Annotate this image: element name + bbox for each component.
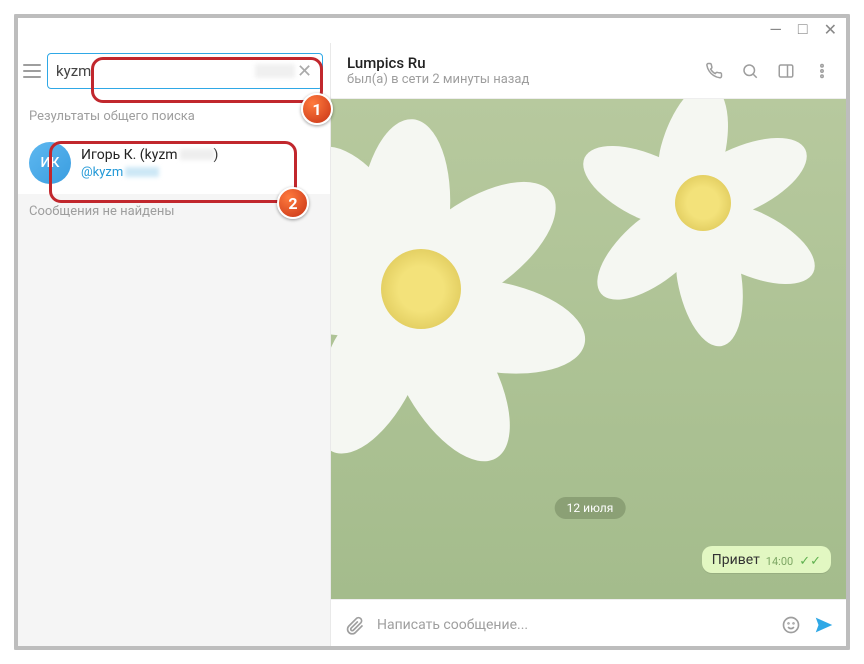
menu-button[interactable]: [23, 56, 41, 86]
emoji-icon[interactable]: [781, 615, 801, 635]
chat-status: был(а) в сети 2 минуты назад: [347, 72, 689, 87]
window-maximize-button[interactable]: □: [798, 19, 808, 39]
search-in-chat-icon[interactable]: [739, 60, 761, 82]
chat-body[interactable]: 12 июля Привет 14:00 ✓✓: [331, 99, 849, 599]
search-results-header: Результаты общего поиска: [15, 99, 330, 132]
chat-wallpaper: [331, 99, 849, 599]
chat-header: Lumpics Ru был(а) в сети 2 минуты назад: [331, 43, 849, 99]
blurred-text: [255, 64, 295, 78]
more-menu-icon[interactable]: [811, 60, 833, 82]
sidebar: ✕ Результаты общего поиска ИК Игорь К. (…: [15, 43, 331, 649]
message-time: 14:00: [766, 555, 793, 568]
send-button[interactable]: [813, 614, 835, 636]
result-username: @kyzm: [81, 165, 218, 180]
side-panel-icon[interactable]: [775, 60, 797, 82]
search-box[interactable]: ✕: [47, 53, 323, 89]
read-ticks-icon: ✓✓: [799, 555, 821, 568]
clear-search-button[interactable]: ✕: [295, 61, 314, 82]
outgoing-message[interactable]: Привет 14:00 ✓✓: [702, 546, 831, 573]
window-minimize-button[interactable]: —: [769, 20, 782, 39]
date-chip: 12 июля: [555, 497, 626, 519]
search-result-item[interactable]: ИК Игорь К. (kyzm) @kyzm: [15, 132, 330, 194]
messages-not-found-label: Сообщения не найдены: [15, 194, 330, 649]
composer: Написать сообщение...: [331, 599, 849, 649]
window-close-button[interactable]: ✕: [824, 20, 837, 39]
search-input[interactable]: [56, 62, 255, 80]
call-icon[interactable]: [703, 60, 725, 82]
window-titlebar: — □ ✕: [15, 15, 849, 43]
composer-input[interactable]: Написать сообщение...: [377, 617, 769, 633]
result-name: Игорь К. (kyzm): [81, 147, 218, 163]
chat-title[interactable]: Lumpics Ru: [347, 54, 689, 72]
message-text: Привет: [712, 552, 760, 568]
avatar: ИК: [29, 142, 71, 184]
attach-icon[interactable]: [345, 615, 365, 635]
chat-pane: Lumpics Ru был(а) в сети 2 минуты назад: [331, 43, 849, 649]
